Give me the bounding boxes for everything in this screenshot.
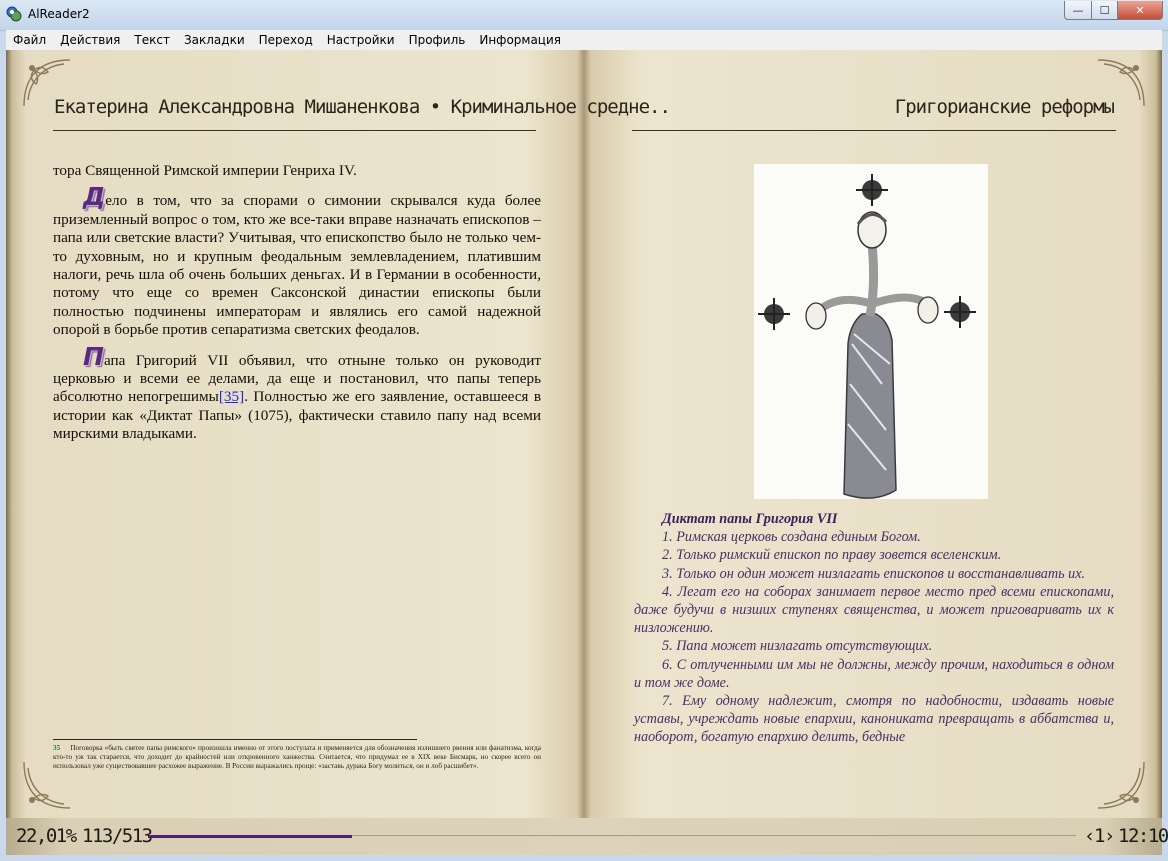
reading-progress-bar[interactable] xyxy=(148,835,1076,838)
menu-bar: Файл Действия Текст Закладки Переход Нас… xyxy=(6,30,1162,50)
excerpt-line: 6. С отлученными им мы не должны, между … xyxy=(634,656,1114,691)
left-page[interactable]: Екатерина Александровна Мишаненкова • Кр… xyxy=(6,50,671,818)
reading-percent: 22,01% xyxy=(16,825,77,847)
paragraph: Дело в том, что за спорами о симонии скр… xyxy=(53,184,541,339)
header-divider xyxy=(632,130,1116,131)
excerpt-title: Диктат папы Григория VII xyxy=(662,511,838,527)
excerpt-line: 3. Только он один может низлагать еписко… xyxy=(662,565,1086,582)
left-page-text: тора Священной Римской империи Генриха I… xyxy=(53,162,541,444)
header-divider xyxy=(53,130,536,131)
book-view[interactable]: Екатерина Александровна Мишаненкова • Кр… xyxy=(6,50,1162,818)
close-button[interactable]: ✕ xyxy=(1117,1,1163,20)
window-title: AlReader2 xyxy=(28,7,90,21)
menu-info[interactable]: Информация xyxy=(472,30,568,50)
dictatus-papae-excerpt: Диктат папы Григория VII 1. Римская церк… xyxy=(634,510,1114,747)
menu-settings[interactable]: Настройки xyxy=(320,30,402,50)
menu-bookmarks[interactable]: Закладки xyxy=(177,30,252,50)
reading-progress-fill xyxy=(148,835,353,838)
maximize-icon: ☐ xyxy=(1099,3,1110,17)
footnote: 35 Поговорка «быть святее папы римского»… xyxy=(53,744,541,770)
minimize-icon: — xyxy=(1072,3,1084,17)
text-first-line: тора Священной Римской империи Генриха I… xyxy=(53,162,357,179)
menu-text[interactable]: Текст xyxy=(127,30,177,50)
excerpt-line: 1. Римская церковь создана единым Богом. xyxy=(662,529,921,546)
paragraph-text: ело в том, что за спорами о симонии скры… xyxy=(53,192,541,339)
excerpt-line: 5. Папа может низлагать отсутствующих. xyxy=(662,638,933,655)
footnote-divider xyxy=(53,739,417,740)
maximize-button[interactable]: ☐ xyxy=(1091,1,1118,20)
right-page-header: Григорианские реформы xyxy=(894,96,1115,118)
excerpt-line: 7. Ему одному надлежит, смотря по надобн… xyxy=(634,693,1114,746)
menu-actions[interactable]: Действия xyxy=(53,30,127,50)
status-bar: 22,01% 113/513 ‹1› 12:10 xyxy=(6,818,1168,855)
title-bar: AlReader2 — ☐ ✕ xyxy=(0,0,1168,31)
excerpt-line: 4. Легат его на соборах занимает первое … xyxy=(634,583,1114,637)
menu-file[interactable]: Файл xyxy=(6,30,53,50)
close-icon: ✕ xyxy=(1135,3,1145,17)
paragraph: Папа Григорий VII объявил, что отныне то… xyxy=(53,344,541,444)
page-navigator[interactable]: ‹1› xyxy=(1084,825,1115,847)
drop-cap: Д xyxy=(83,182,106,212)
ornament-corner-icon xyxy=(1097,761,1145,809)
clock: 12:10 xyxy=(1118,825,1168,847)
footnote-link[interactable]: [35] xyxy=(219,388,244,405)
right-page[interactable]: Григорианские реформы Диктат папы Григор… xyxy=(584,50,1162,818)
minimize-button[interactable]: — xyxy=(1064,1,1092,20)
app-icon xyxy=(6,6,22,22)
page-counter[interactable]: 113/513 xyxy=(82,825,153,847)
excerpt-line: 2. Только римский епископ по праву зовет… xyxy=(662,547,1002,564)
footnote-number: 35 xyxy=(53,744,61,752)
footnote-text: Поговорка «быть святее папы римского» пр… xyxy=(53,744,542,770)
left-page-header: Екатерина Александровна Мишаненкова • Кр… xyxy=(54,96,671,118)
app-window: AlReader2 — ☐ ✕ Файл Действия Текст Закл… xyxy=(0,0,1168,861)
menu-navigate[interactable]: Переход xyxy=(252,30,320,50)
menu-profile[interactable]: Профиль xyxy=(402,30,473,50)
pope-illustration xyxy=(754,164,988,499)
drop-cap: П xyxy=(83,341,104,371)
